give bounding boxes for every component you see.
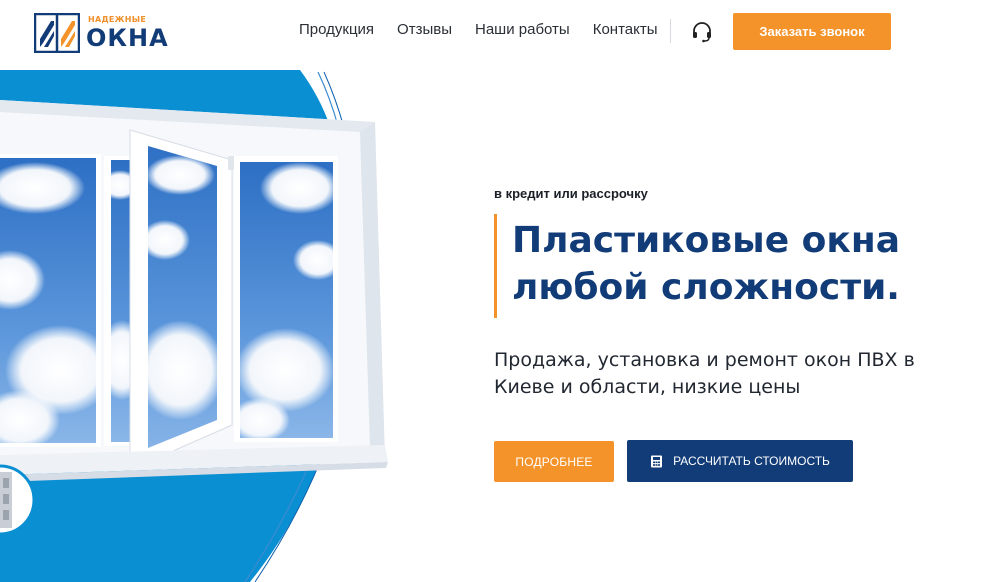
hero-title-line-2: любой сложности. [512, 266, 900, 308]
nav-item-products[interactable]: Продукция [299, 21, 374, 38]
more-button[interactable]: ПОДРОБНЕЕ [494, 441, 614, 482]
calculate-cost-label: РАССЧИТАТЬ СТОИМОСТЬ [673, 454, 830, 468]
site-logo[interactable]: НАДЕЖНЫЕ ОКНА [34, 12, 169, 54]
calculator-icon [651, 455, 663, 467]
nav-divider [670, 19, 671, 43]
headset-icon[interactable] [691, 21, 713, 43]
nav-item-contacts[interactable]: Контакты [593, 21, 658, 38]
hero-subtitle: Продажа, установка и ремонт окон ПВХ в К… [494, 349, 915, 398]
logo-window-icon [34, 13, 80, 53]
hero-illustration [0, 70, 388, 582]
nav-item-reviews[interactable]: Отзывы [397, 21, 452, 38]
logo-big-text: ОКНА [86, 24, 169, 52]
order-call-button[interactable]: Заказать звонок [733, 13, 891, 50]
calculate-cost-button[interactable]: РАССЧИТАТЬ СТОИМОСТЬ [627, 440, 853, 482]
site-header: НАДЕЖНЫЕ ОКНА Продукция Отзывы Наши рабо… [0, 0, 995, 70]
nav-item-our-works[interactable]: Наши работы [475, 21, 570, 38]
logo-text: НАДЕЖНЫЕ ОКНА [86, 15, 169, 52]
logo-small-text: НАДЕЖНЫЕ [88, 15, 147, 24]
main-nav: Продукция Отзывы Наши работы Контакты [299, 21, 681, 38]
hero-kicker: в кредит или рассрочку [494, 186, 648, 201]
hero-title: Пластиковые окна любой сложности. [512, 218, 982, 312]
title-accent-bar [494, 214, 497, 318]
hero-title-line-1: Пластиковые окна [512, 220, 901, 261]
